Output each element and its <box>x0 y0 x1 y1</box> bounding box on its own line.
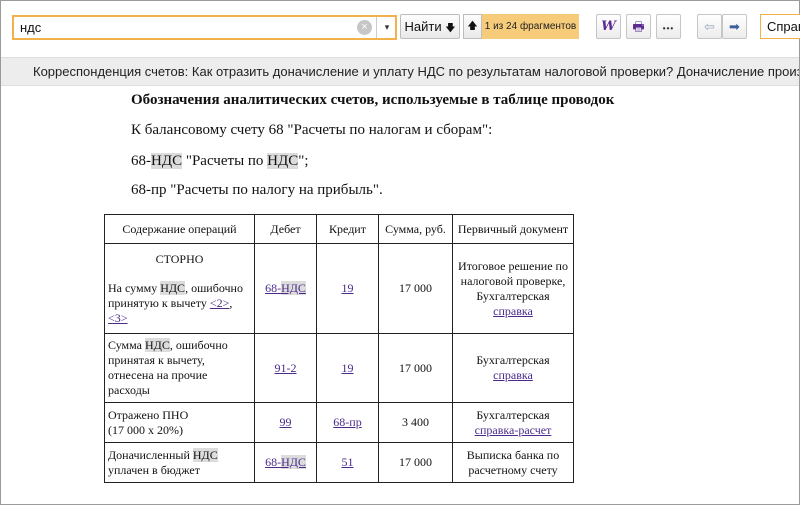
search-highlight: НДС <box>192 447 218 462</box>
header-operations: Содержание операций <box>104 214 255 244</box>
chevron-down-icon[interactable]: ▾ <box>376 17 397 38</box>
text-fragment: "; <box>298 153 309 169</box>
account-link[interactable]: 68-НДС <box>265 455 306 469</box>
debit-cell: 99 <box>254 402 317 443</box>
document-text: Итоговое решение по налоговой проверке, … <box>458 258 568 303</box>
search-highlight: НДС <box>144 338 170 352</box>
text-fragment: Сумма <box>108 338 145 352</box>
operation-cell: Сумма НДС, ошибочно принятая к вычету, о… <box>104 333 255 403</box>
header-debit: Дебет <box>254 214 317 244</box>
table-header-row: Содержание операций Дебет Кредит Сумма, … <box>104 214 574 244</box>
text-fragment: уплачен в бюджет <box>108 462 200 477</box>
doc-line-68-nds: 68-НДС "Расчеты по НДС"; <box>131 153 309 170</box>
fragment-counter: 1 из 24 фрагментов <box>482 14 579 39</box>
clear-icon[interactable]: × <box>357 20 372 35</box>
search-highlight: НДС <box>281 281 306 295</box>
breadcrumb: Корреспонденция счетов: Как отразить дон… <box>1 57 799 86</box>
export-word-button[interactable]: W <box>596 14 621 39</box>
amount-cell: 17 000 <box>378 243 453 334</box>
header-document: Первичный документ <box>452 214 574 244</box>
operation-cell: СТОРНО На сумму НДС, ошибочно принятую к… <box>104 243 255 334</box>
text-fragment: Отражено ПНО <box>108 407 189 422</box>
account-link[interactable]: 68-пр <box>333 415 361 429</box>
doc-line-68-pr: 68-пр "Расчеты по налогу на прибыль". <box>131 182 383 198</box>
text-fragment: Доначисленный <box>108 447 193 462</box>
word-icon: W <box>601 19 616 34</box>
document-link[interactable]: справка <box>493 368 533 382</box>
debit-cell: 68-НДС <box>254 243 317 334</box>
credit-cell: 51 <box>316 442 379 483</box>
postings-table: Содержание операций Дебет Кредит Сумма, … <box>104 214 574 483</box>
credit-cell: 19 <box>316 243 379 334</box>
table-row: Доначисленный НДС уплачен в бюджет 68-НД… <box>104 442 574 483</box>
forward-button[interactable]: ➡ <box>722 14 747 39</box>
account-link[interactable]: 19 <box>342 281 354 295</box>
amount-cell: 17 000 <box>378 333 453 403</box>
breadcrumb-text[interactable]: Корреспонденция счетов: Как отразить дон… <box>33 64 799 79</box>
search-input[interactable]: ндс × ▾ <box>12 15 397 40</box>
text-fragment: (17 000 х 20%) <box>108 422 183 437</box>
print-icon: 🖶 <box>632 19 645 34</box>
header-amount: Сумма, руб. <box>378 214 453 244</box>
document-text: Бухгалтерская <box>476 353 550 367</box>
text-fragment: 68- <box>265 455 282 469</box>
debit-cell: 68-НДС <box>254 442 317 483</box>
search-highlight: НДС <box>281 455 306 469</box>
find-button-label: Найти <box>404 19 442 34</box>
debit-cell: 91-2 <box>254 333 317 403</box>
table-row: Отражено ПНО (17 000 х 20%) 99 68-пр 3 4… <box>104 402 574 443</box>
storno-label: СТОРНО <box>155 251 204 266</box>
document-cell: Бухгалтерская справка-расчет <box>452 402 574 443</box>
footnote-link[interactable]: <2> <box>210 296 230 310</box>
text-fragment: "Расчеты по <box>182 153 268 169</box>
document-cell: Бухгалтерская справка <box>452 333 574 403</box>
document-link[interactable]: справка <box>493 304 533 318</box>
find-button[interactable]: Найти 🡇 <box>400 14 460 39</box>
text-fragment: На сумму <box>108 280 161 295</box>
footnote-link[interactable]: <3> <box>108 311 128 325</box>
search-highlight: НДС <box>151 153 183 169</box>
account-link[interactable]: 68-НДС <box>265 281 306 295</box>
table-row: Сумма НДС, ошибочно принятая к вычету, о… <box>104 333 574 403</box>
more-button[interactable]: ••• <box>656 14 681 39</box>
text-fragment: 68- <box>131 153 151 169</box>
account-link[interactable]: 91-2 <box>275 361 297 375</box>
search-highlight: НДС <box>267 153 299 169</box>
account-link[interactable]: 19 <box>342 361 354 375</box>
arrow-down-icon: 🡇 <box>445 23 456 34</box>
help-button[interactable]: Справ <box>760 14 800 39</box>
document-link[interactable]: справка-расчет <box>475 423 552 437</box>
account-link[interactable]: 51 <box>342 455 354 469</box>
search-query[interactable]: ндс <box>20 20 41 35</box>
arrow-up-icon: 🡅 <box>467 21 478 32</box>
header-credit: Кредит <box>316 214 379 244</box>
arrow-left-icon: ⇦ <box>704 19 715 34</box>
table-row: СТОРНО На сумму НДС, ошибочно принятую к… <box>104 243 574 334</box>
amount-cell: 17 000 <box>378 442 453 483</box>
document-cell: Итоговое решение по налоговой проверке, … <box>452 243 574 334</box>
search-highlight: НДС <box>160 280 186 295</box>
document-text: Бухгалтерская <box>476 407 550 422</box>
print-button[interactable]: 🖶 <box>626 14 651 39</box>
document-cell: Выписка банка по расчетному счету <box>452 442 574 483</box>
back-button[interactable]: ⇦ <box>697 14 722 39</box>
operation-cell: Отражено ПНО (17 000 х 20%) <box>104 402 255 443</box>
account-link[interactable]: 99 <box>280 415 292 429</box>
credit-cell: 68-пр <box>316 402 379 443</box>
more-icon: ••• <box>662 24 675 33</box>
arrow-right-icon: ➡ <box>729 19 740 34</box>
text-fragment: 68- <box>265 281 282 295</box>
doc-heading: Обозначения аналитических счетов, исполь… <box>131 92 615 108</box>
doc-line-account-68: К балансовому счету 68 "Расчеты по налог… <box>131 122 493 138</box>
credit-cell: 19 <box>316 333 379 403</box>
previous-fragment-button[interactable]: 🡅 <box>463 14 482 39</box>
operation-cell: Доначисленный НДС уплачен в бюджет <box>104 442 255 483</box>
text-fragment: , <box>229 295 233 310</box>
amount-cell: 3 400 <box>378 402 453 443</box>
